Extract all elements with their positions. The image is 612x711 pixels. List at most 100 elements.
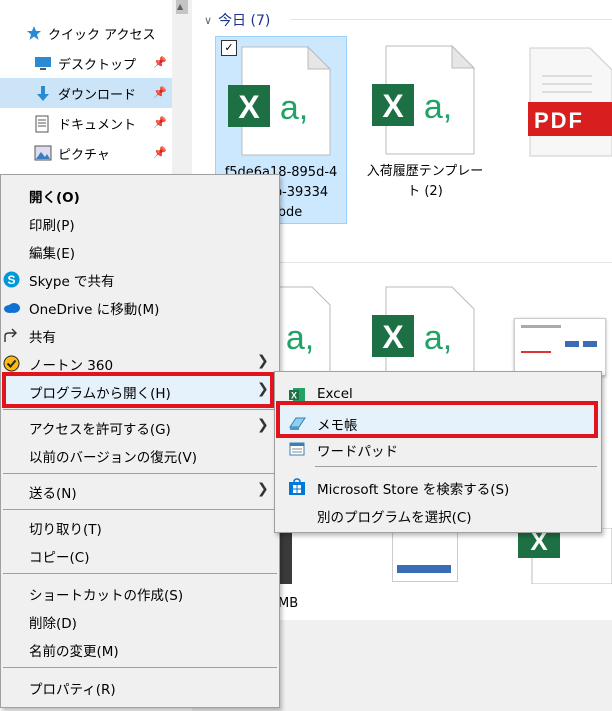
- menu-separator: [3, 573, 277, 574]
- nav-scrollbar[interactable]: [172, 0, 192, 180]
- excel-file-icon: X a,: [372, 286, 475, 381]
- nav-item-downloads[interactable]: ダウンロード 📌: [0, 78, 172, 108]
- menu-item-restore-versions[interactable]: 以前のバージョンの復元(V): [1, 441, 279, 469]
- screenshot-thumbnail[interactable]: [514, 318, 606, 376]
- open-with-submenu: X Excel メモ帳 ワードパッド Microsoft Store を検索する…: [274, 371, 602, 533]
- nav-label: ダウンロード: [58, 88, 137, 103]
- download-icon: [34, 85, 52, 101]
- svg-text:X: X: [238, 89, 260, 125]
- pdf-file-icon: [528, 47, 612, 157]
- group-label: 今日 (7): [218, 13, 271, 29]
- menu-separator: [3, 473, 277, 474]
- nav-item-documents[interactable]: ドキュメント 📌: [0, 108, 172, 138]
- svg-text:a,: a,: [286, 319, 314, 357]
- menu-item-properties[interactable]: プロパティ(R): [1, 673, 279, 701]
- nav-label: クイック アクセス: [48, 28, 156, 43]
- norton-check-icon: [3, 355, 20, 372]
- submenu-item-wordpad[interactable]: ワードパッド: [275, 434, 601, 462]
- menu-separator: [3, 667, 277, 668]
- nav-item-quick-access[interactable]: クイック アクセス: [0, 18, 172, 48]
- menu-separator: [3, 409, 277, 410]
- menu-item-send-to[interactable]: 送る(N) ❯: [1, 477, 279, 505]
- menu-separator: [3, 509, 277, 510]
- menu-item-rename[interactable]: 名前の変更(M): [1, 635, 279, 663]
- menu-label: 削除(D): [29, 616, 77, 632]
- submenu-label: Excel: [317, 386, 353, 402]
- submenu-label: 別のプログラムを選択(C): [317, 510, 472, 526]
- pin-icon[interactable]: 📌: [153, 116, 167, 129]
- pin-icon[interactable]: 📌: [153, 146, 167, 159]
- menu-label: アクセスを許可する(G): [29, 422, 171, 438]
- excel-file-icon: X a,: [228, 45, 332, 156]
- submenu-label: Microsoft Store を検索する(S): [317, 482, 510, 498]
- menu-label: ショートカットの作成(S): [29, 588, 184, 604]
- chevron-down-icon: ∨: [204, 13, 213, 27]
- submenu-item-choose-another-app[interactable]: 別のプログラムを選択(C): [275, 500, 601, 528]
- menu-separator: [315, 466, 597, 467]
- excel-file-icon: X: [518, 528, 612, 584]
- menu-label: 印刷(P): [29, 218, 75, 234]
- menu-label: 送る(N): [29, 486, 77, 502]
- menu-item-share[interactable]: 共有: [1, 321, 279, 349]
- svg-text:a,: a,: [280, 89, 308, 127]
- menu-item-skype-share[interactable]: S Skype で共有: [1, 265, 279, 293]
- menu-label: 開く(O): [29, 190, 80, 206]
- pdf-label: PDF: [534, 108, 584, 133]
- chevron-up-icon: ▲: [177, 2, 184, 11]
- menu-label: ノートン 360: [29, 358, 114, 374]
- file-tile[interactable]: X a, 入荷履歴テンプレー ト (2): [360, 36, 490, 222]
- menu-item-open[interactable]: 開く(O): [1, 181, 279, 209]
- pin-icon[interactable]: 📌: [153, 86, 167, 99]
- group-divider: [290, 19, 612, 20]
- menu-label: OneDrive に移動(M): [29, 302, 160, 318]
- menu-item-copy[interactable]: コピー(C): [1, 541, 279, 569]
- nav-item-pictures[interactable]: ピクチャ 📌: [0, 138, 172, 168]
- menu-label: Skype で共有: [29, 274, 115, 290]
- navigation-pane: クイック アクセス デスクトップ 📌 ダウンロード 📌 ドキュメント 📌 ピクチ…: [0, 0, 172, 180]
- menu-label: 名前の変更(M): [29, 644, 119, 660]
- svg-text:X: X: [382, 88, 404, 124]
- menu-item-edit[interactable]: 編集(E): [1, 237, 279, 265]
- star-icon: [26, 25, 44, 41]
- image-thumbnail[interactable]: [278, 528, 292, 584]
- menu-item-cut[interactable]: 切り取り(T): [1, 513, 279, 541]
- highlight-box-notepad: [276, 401, 598, 438]
- menu-label: 以前のバージョンの復元(V): [29, 450, 197, 466]
- chevron-right-icon: ❯: [257, 481, 269, 497]
- menu-item-grant-access[interactable]: アクセスを許可する(G) ❯: [1, 413, 279, 441]
- excel-file-icon: a,: [272, 286, 331, 381]
- menu-label: コピー(C): [29, 550, 90, 566]
- screenshot-thumbnail[interactable]: [392, 528, 458, 582]
- menu-item-onedrive[interactable]: OneDrive に移動(M): [1, 293, 279, 321]
- document-icon: [34, 115, 52, 133]
- submenu-item-microsoft-store[interactable]: Microsoft Store を検索する(S): [275, 472, 601, 500]
- context-menu: 開く(O) 印刷(P) 編集(E) S Skype で共有 OneDrive に…: [0, 174, 280, 708]
- file-size-caption: MB: [278, 596, 299, 611]
- chevron-right-icon: ❯: [257, 417, 269, 433]
- menu-label: 切り取り(T): [29, 522, 102, 538]
- file-name-line: 入荷履歴テンプレー: [366, 164, 484, 179]
- wordpad-icon: [288, 440, 306, 458]
- menu-label: プロパティ(R): [29, 682, 116, 698]
- svg-text:S: S: [7, 273, 15, 287]
- group-divider: [278, 262, 612, 263]
- menu-item-print[interactable]: 印刷(P): [1, 209, 279, 237]
- onedrive-cloud-icon: [3, 299, 20, 316]
- chevron-right-icon: ❯: [257, 353, 269, 369]
- svg-text:a,: a,: [424, 319, 452, 357]
- skype-icon: S: [3, 271, 20, 288]
- group-header-today[interactable]: ∨ 今日 (7): [204, 10, 270, 30]
- file-tile-pdf[interactable]: PDF: [512, 36, 612, 222]
- excel-file-icon: X a,: [372, 44, 476, 155]
- nav-label: ドキュメント: [58, 118, 137, 133]
- svg-text:X: X: [291, 391, 297, 401]
- menu-label: 編集(E): [29, 246, 76, 262]
- menu-item-delete[interactable]: 削除(D): [1, 607, 279, 635]
- menu-label: 共有: [29, 330, 56, 346]
- pin-icon[interactable]: 📌: [153, 56, 167, 69]
- submenu-label: ワードパッド: [317, 444, 398, 460]
- svg-text:X: X: [382, 319, 404, 355]
- menu-item-create-shortcut[interactable]: ショートカットの作成(S): [1, 579, 279, 607]
- nav-item-desktop[interactable]: デスクトップ 📌: [0, 48, 172, 78]
- nav-label: デスクトップ: [58, 58, 137, 73]
